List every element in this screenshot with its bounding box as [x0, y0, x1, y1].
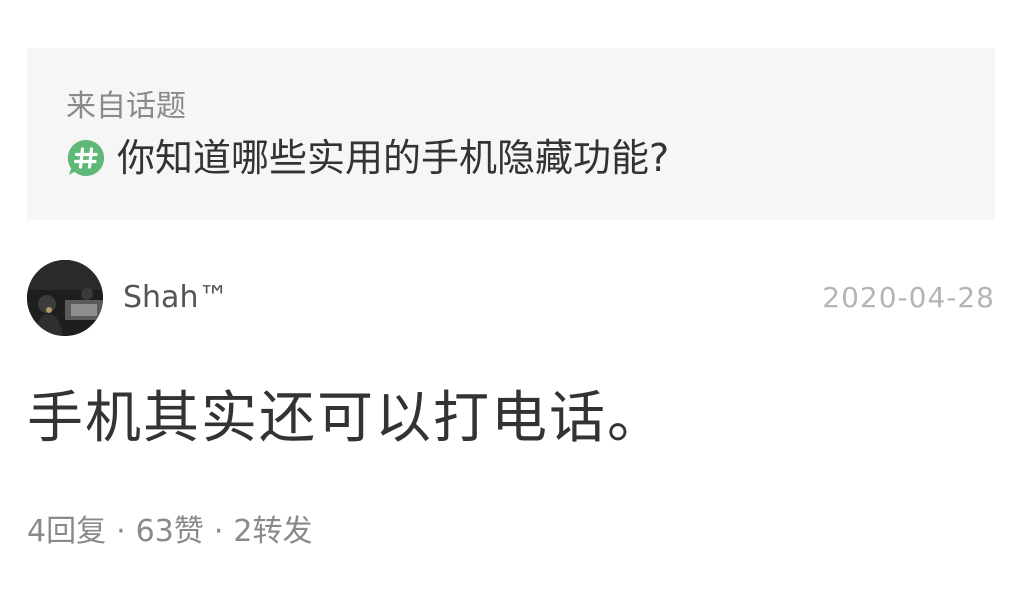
stats-separator: ·: [213, 514, 224, 549]
topic-link[interactable]: 你知道哪些实用的手机隐藏功能?: [66, 136, 669, 180]
topic-source-label: 来自话题: [66, 89, 186, 124]
topic-title: 你知道哪些实用的手机隐藏功能?: [117, 136, 670, 180]
stats-separator: ·: [116, 514, 126, 549]
post-date: 2020-04-28: [822, 281, 995, 314]
user-avatar[interactable]: [27, 260, 103, 336]
repost-count[interactable]: 2转发: [233, 512, 312, 552]
reply-count[interactable]: 4回复: [27, 512, 106, 552]
hashtag-icon: [66, 138, 106, 178]
post-content: 手机其实还可以打电话。: [27, 386, 665, 451]
post-stats: 4回复 · 63赞 · 2转发: [27, 512, 312, 552]
topic-card[interactable]: 来自话题 你知道哪些实用的手机隐藏功能?: [27, 48, 995, 220]
like-count[interactable]: 63赞: [136, 512, 204, 552]
author-name[interactable]: Shah™: [123, 280, 228, 316]
